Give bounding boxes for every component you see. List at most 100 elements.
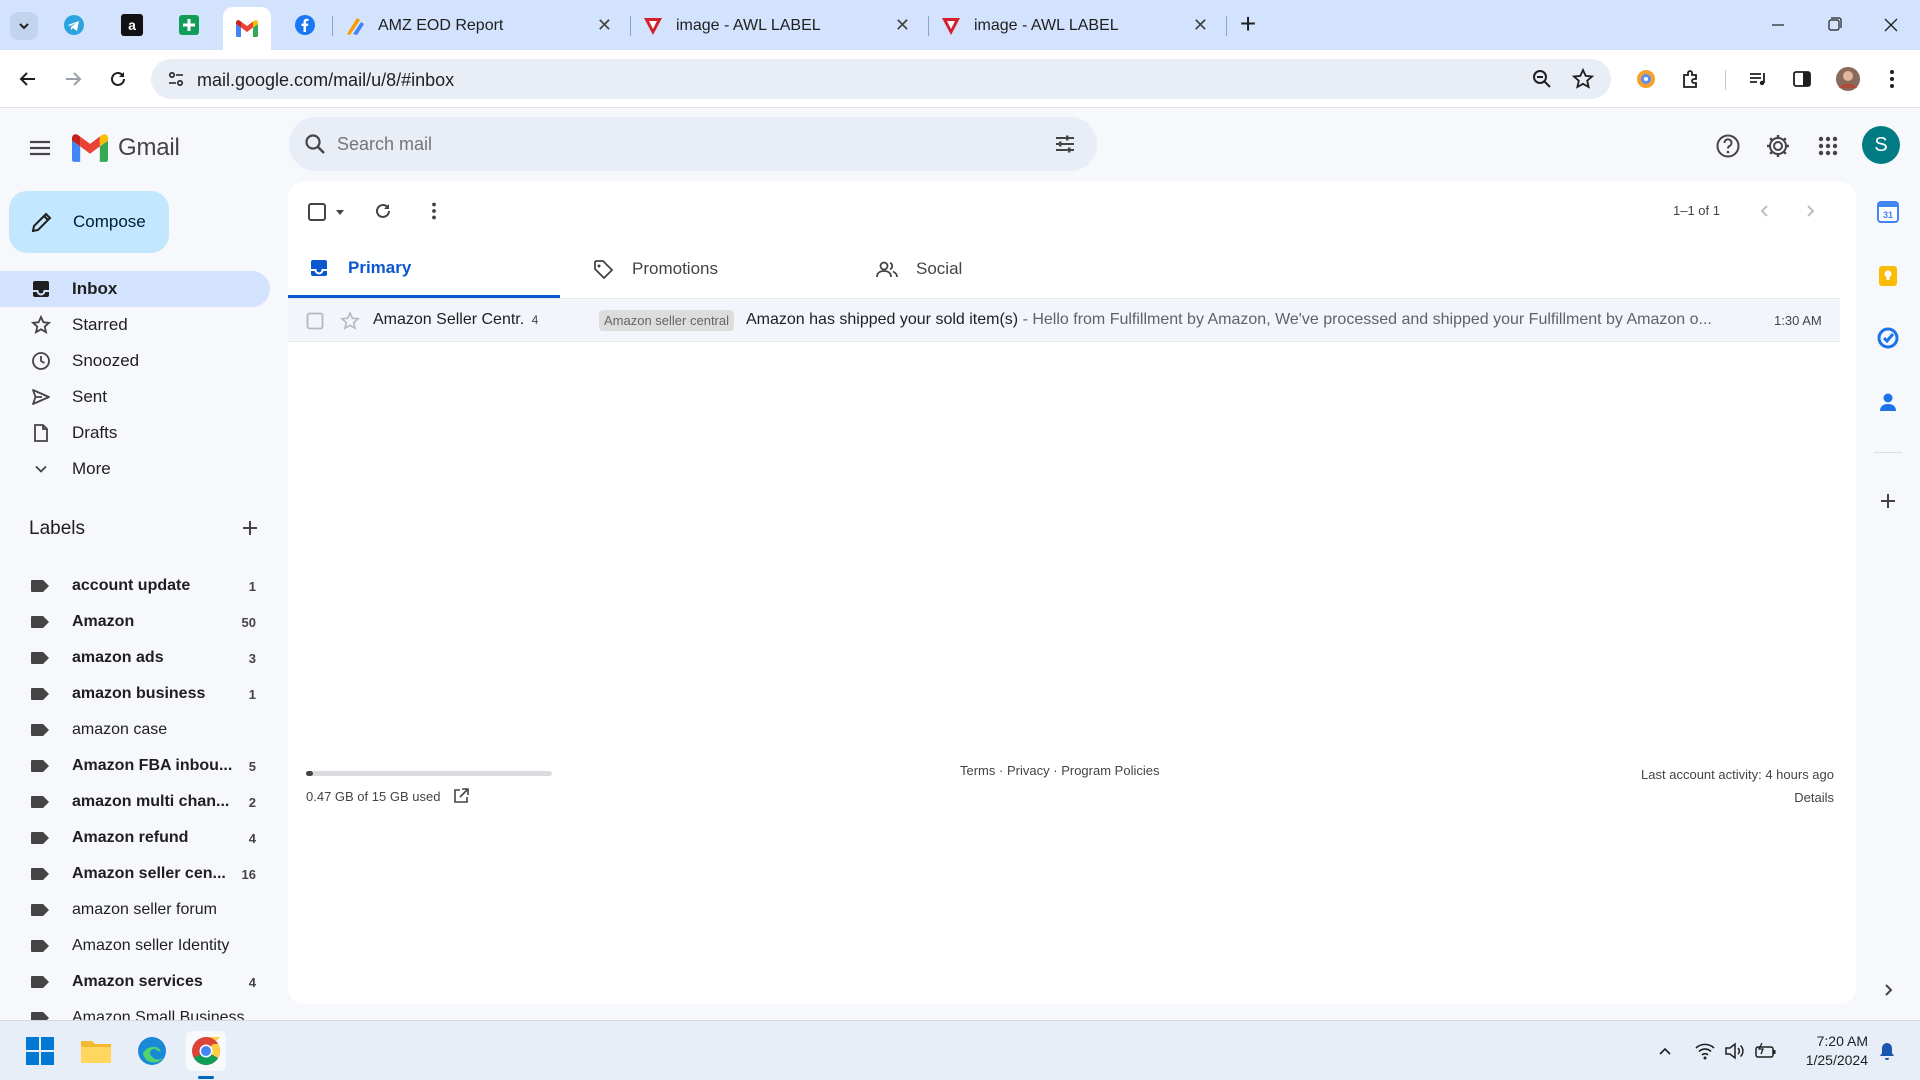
- close-tab-icon[interactable]: ✕: [1193, 16, 1208, 34]
- search-input[interactable]: [337, 129, 987, 159]
- tab-image-awl-label-1[interactable]: image - AWL LABEL ✕: [642, 7, 920, 44]
- new-tab-button[interactable]: +: [1234, 9, 1262, 41]
- label-item[interactable]: amazon seller forum: [0, 892, 270, 928]
- compose-button[interactable]: Compose: [9, 191, 169, 253]
- label-item[interactable]: Amazon FBA inbou... 5: [0, 748, 270, 784]
- wifi-icon[interactable]: [1694, 1041, 1716, 1061]
- label-item[interactable]: amazon multi chan... 2: [0, 784, 270, 820]
- expand-side-panel-icon[interactable]: [1866, 968, 1910, 1012]
- nav-starred[interactable]: Starred: [0, 307, 270, 343]
- minimize-window-icon[interactable]: [1764, 14, 1792, 36]
- side-panel-icon[interactable]: [1788, 65, 1816, 93]
- select-all-checkbox[interactable]: [308, 200, 356, 224]
- tag-icon: [592, 258, 614, 280]
- show-hidden-icons-chevron[interactable]: [1655, 1041, 1675, 1061]
- tab-promotions[interactable]: Promotions: [572, 240, 844, 298]
- more-actions-icon[interactable]: [423, 200, 445, 222]
- inbox-icon: [30, 278, 52, 300]
- notifications-bell-icon[interactable]: [1877, 1041, 1897, 1061]
- file-explorer-icon[interactable]: [76, 1031, 116, 1071]
- extensions-puzzle-icon[interactable]: [1677, 65, 1705, 93]
- edge-browser-icon[interactable]: [132, 1031, 172, 1071]
- label-item[interactable]: Amazon seller Identity: [0, 928, 270, 964]
- tab-label: Primary: [348, 257, 412, 277]
- volume-icon[interactable]: [1724, 1041, 1746, 1061]
- next-page-icon[interactable]: [1799, 200, 1821, 222]
- search-icon[interactable]: [303, 132, 327, 156]
- restore-window-icon[interactable]: [1820, 14, 1848, 36]
- label-item[interactable]: Amazon services 4: [0, 964, 270, 1000]
- close-tab-icon[interactable]: ✕: [597, 16, 612, 34]
- bookmark-star-icon[interactable]: [1572, 68, 1594, 90]
- site-settings-icon[interactable]: [166, 69, 186, 89]
- gmail-logo[interactable]: Gmail: [72, 132, 180, 164]
- main-menu-icon[interactable]: [26, 134, 54, 162]
- pinned-tab-gmail-active[interactable]: [223, 7, 271, 50]
- address-bar[interactable]: mail.google.com/mail/u/8/#inbox: [151, 59, 1611, 99]
- extension-color-icon[interactable]: [1632, 65, 1660, 93]
- terms-link[interactable]: Terms: [960, 763, 995, 778]
- open-in-new-icon[interactable]: [452, 787, 470, 805]
- keep-app-icon[interactable]: [1866, 254, 1910, 298]
- close-tab-icon[interactable]: ✕: [895, 16, 910, 34]
- tasks-app-icon[interactable]: [1866, 316, 1910, 360]
- tab-amz-eod-report[interactable]: AMZ EOD Report ✕: [344, 7, 622, 44]
- tab-social[interactable]: Social: [856, 240, 1128, 298]
- nav-snoozed[interactable]: Snoozed: [0, 343, 270, 379]
- media-control-icon[interactable]: [1744, 65, 1772, 93]
- search-options-icon[interactable]: [1053, 132, 1077, 156]
- tab-search-button[interactable]: [10, 12, 38, 40]
- account-avatar[interactable]: S: [1862, 126, 1900, 164]
- label-item[interactable]: Amazon seller cen... 16: [0, 856, 270, 892]
- refresh-icon[interactable]: [372, 200, 394, 222]
- add-addon-icon[interactable]: [1866, 479, 1910, 523]
- tab-image-awl-label-2[interactable]: image - AWL LABEL ✕: [940, 7, 1218, 44]
- star-toggle-icon[interactable]: [340, 311, 360, 331]
- windows-start-icon[interactable]: [20, 1031, 60, 1071]
- settings-gear-icon[interactable]: [1764, 132, 1792, 160]
- pinned-tab-telegram[interactable]: [62, 13, 86, 37]
- google-apps-icon[interactable]: [1814, 132, 1842, 160]
- label-item[interactable]: Amazon 50: [0, 604, 270, 640]
- label-item[interactable]: amazon case: [0, 712, 270, 748]
- email-label-chip[interactable]: Amazon seller central: [599, 310, 734, 331]
- program-policies-link[interactable]: Program Policies: [1061, 763, 1159, 778]
- chevron-down-icon: [19, 23, 29, 30]
- label-item[interactable]: Amazon refund 4: [0, 820, 270, 856]
- nav-drafts[interactable]: Drafts: [0, 415, 270, 451]
- email-row[interactable]: Amazon Seller Centr. 4 Amazon seller cen…: [288, 298, 1840, 342]
- label-item[interactable]: amazon business 1: [0, 676, 270, 712]
- sender-name: Amazon Seller Centr.: [373, 311, 525, 328]
- profile-avatar[interactable]: [1834, 65, 1862, 93]
- details-link[interactable]: Details: [1641, 786, 1834, 809]
- privacy-link[interactable]: Privacy: [1007, 763, 1050, 778]
- nav-inbox[interactable]: Inbox: [0, 271, 270, 307]
- nav-more[interactable]: More: [0, 451, 270, 487]
- forward-arrow-icon[interactable]: [59, 65, 87, 93]
- nav-sent[interactable]: Sent: [0, 379, 270, 415]
- tab-separator: [1226, 16, 1227, 36]
- toolbar-divider: [1725, 70, 1726, 90]
- pinned-tab-sheets[interactable]: [177, 13, 201, 37]
- tab-primary[interactable]: Primary: [288, 240, 560, 298]
- search-bar[interactable]: [289, 117, 1097, 171]
- reload-icon[interactable]: [104, 65, 132, 93]
- label-item[interactable]: amazon ads 3: [0, 640, 270, 676]
- close-window-icon[interactable]: [1877, 14, 1905, 36]
- chrome-taskbar-icon[interactable]: [186, 1031, 226, 1071]
- help-icon[interactable]: [1714, 132, 1742, 160]
- prev-page-icon[interactable]: [1754, 200, 1776, 222]
- contacts-app-icon[interactable]: [1866, 380, 1910, 424]
- system-clock[interactable]: 7:20 AM 1/25/2024: [1790, 1032, 1868, 1070]
- add-label-icon[interactable]: [238, 516, 262, 540]
- back-arrow-icon[interactable]: [14, 65, 42, 93]
- label-item[interactable]: account update 1: [0, 568, 270, 604]
- pinned-tab-amazon[interactable]: a: [120, 13, 144, 37]
- report-favicon-icon: [344, 15, 366, 37]
- pinned-tab-facebook[interactable]: [293, 13, 317, 37]
- calendar-app-icon[interactable]: 31: [1866, 190, 1910, 234]
- battery-icon[interactable]: [1754, 1041, 1778, 1061]
- row-checkbox[interactable]: [306, 312, 324, 330]
- zoom-icon[interactable]: [1531, 68, 1553, 90]
- browser-menu-icon[interactable]: [1878, 65, 1906, 93]
